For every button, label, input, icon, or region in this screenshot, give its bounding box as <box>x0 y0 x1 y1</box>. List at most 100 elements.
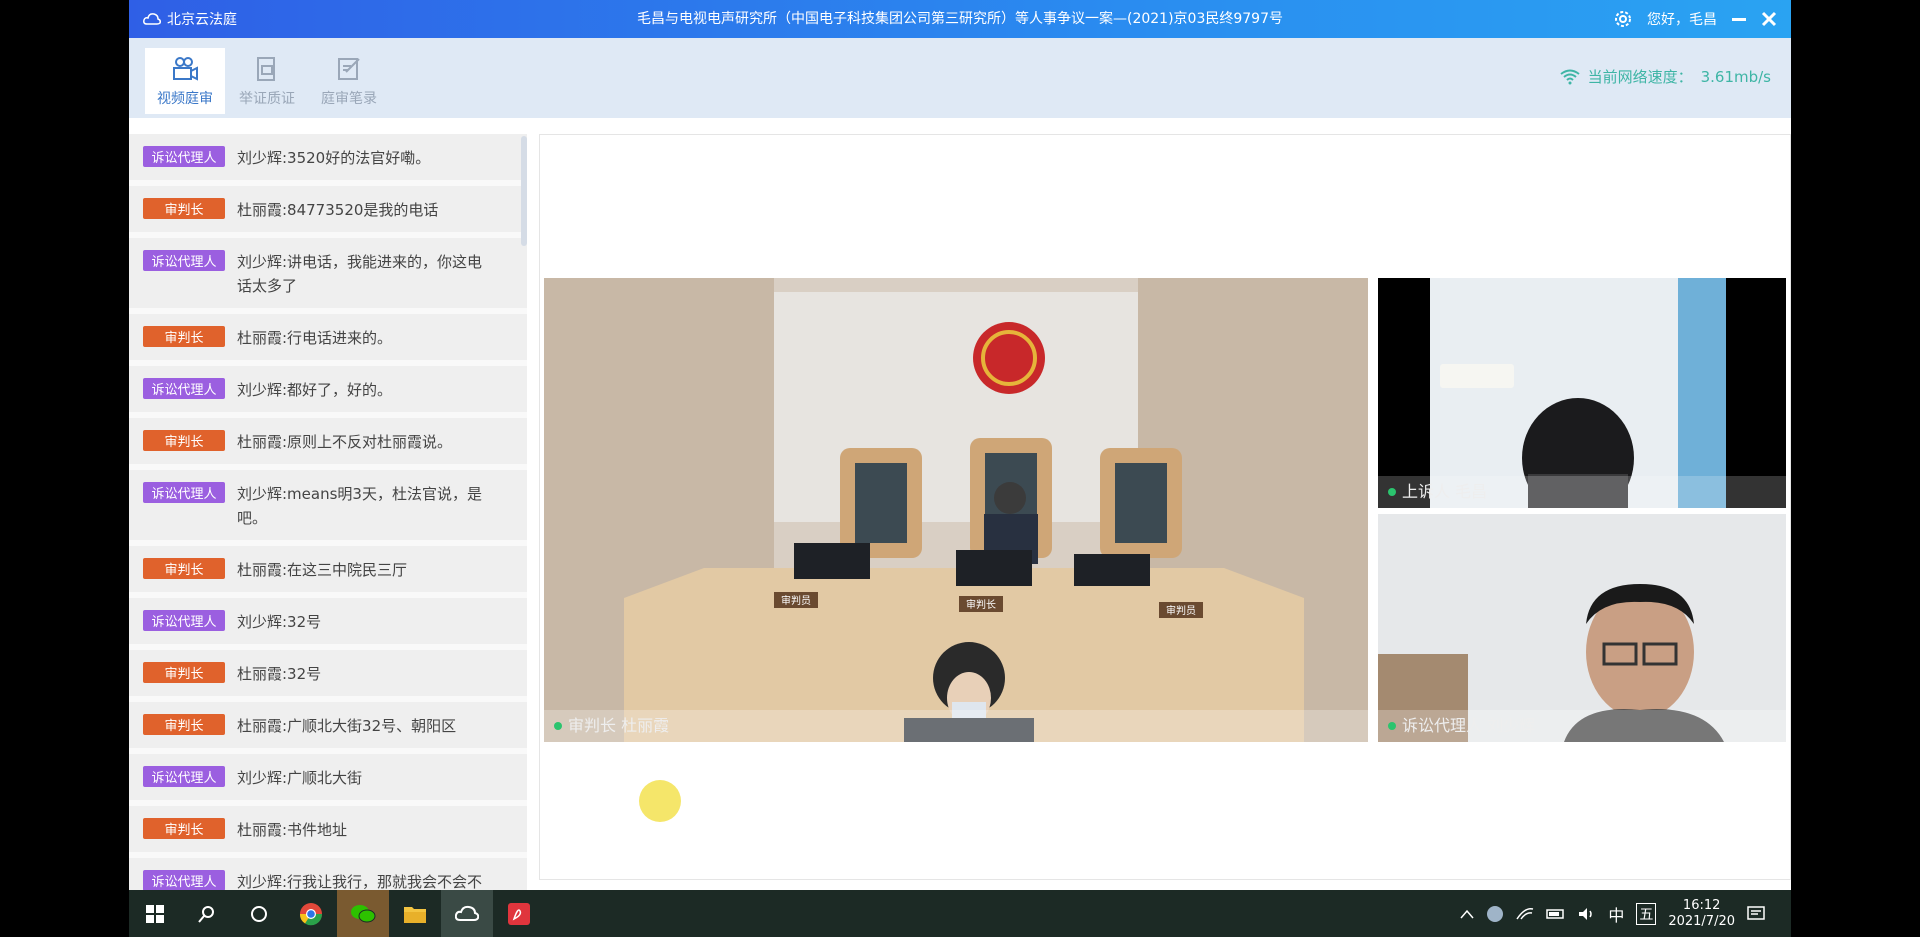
chat-message: 审判长 杜丽霞:行电话进来的。 <box>129 314 527 366</box>
chat-panel[interactable]: 诉讼代理人 刘少辉:3520好的法官好嘞。 审判长 杜丽霞:84773520是我的电… <box>129 134 527 890</box>
participant-name: 审判长 杜丽霞 <box>568 716 670 735</box>
clock[interactable]: 16:12 2021/7/20 <box>1668 898 1735 930</box>
cortana-icon <box>251 905 267 922</box>
participant-name: 诉讼代理人 刘少辉 <box>1402 716 1536 735</box>
tab-evidence[interactable]: 举证质证 <box>227 48 307 114</box>
role-tag: 审判长 <box>143 714 225 735</box>
role-tag: 审判长 <box>143 818 225 839</box>
role-tag: 诉讼代理人 <box>143 146 225 167</box>
online-indicator <box>1388 722 1396 730</box>
wifi-icon[interactable] <box>1516 907 1534 921</box>
edit-icon <box>338 58 360 80</box>
pdf-icon <box>508 902 530 925</box>
message-text: 刘少辉:都好了，好的。 <box>237 381 393 399</box>
chat-message: 诉讼代理人 刘少辉:都好了，好的。 <box>129 366 527 418</box>
online-indicator <box>1388 488 1396 496</box>
chat-message: 审判长 杜丽霞:在这三中院民三厅 <box>129 546 527 598</box>
role-tag: 审判长 <box>143 430 225 451</box>
case-title: 毛昌与电视电声研究所（中国电子科技集团公司第三研究所）等人事争议一案—(2021… <box>637 11 1283 27</box>
system-tray: 中 五 16:12 2021/7/20 <box>1460 890 1765 937</box>
chat-message: 审判长 杜丽霞:广顺北大街32号、朝阳区 <box>129 702 527 754</box>
message-text: 杜丽霞:在这三中院民三厅 <box>237 561 408 579</box>
chevron-up-icon[interactable] <box>1460 909 1474 919</box>
message-text: 杜丽霞:广顺北大街32号、朝阳区 <box>237 717 457 735</box>
tab-video-trial[interactable]: 视频庭审 <box>145 48 225 114</box>
cloud-icon <box>455 905 479 921</box>
taskbar-wechat[interactable] <box>337 890 389 937</box>
close-icon[interactable] <box>1761 11 1777 27</box>
battery-icon[interactable] <box>1546 908 1566 920</box>
windows-icon <box>146 904 164 923</box>
gear-icon[interactable] <box>1613 9 1633 29</box>
clock-time: 16:12 <box>1682 897 1721 913</box>
tab-label: 举证质证 <box>239 91 295 107</box>
taskbar-explorer[interactable] <box>389 890 441 937</box>
chat-message: 诉讼代理人 刘少辉:means明3天，杜法官说，是吧。 <box>129 470 527 546</box>
message-text: 刘少辉:广顺北大街 <box>237 769 363 787</box>
role-tag: 审判长 <box>143 326 225 347</box>
seat-label-left: 审判员 <box>781 594 811 607</box>
taskbar: 中 五 16:12 2021/7/20 <box>129 890 1791 937</box>
chat-message: 诉讼代理人 刘少辉:行我让我行，那就我会不会不 <box>129 858 527 890</box>
message-text: 杜丽霞:84773520是我的电话 <box>237 201 439 219</box>
start-button[interactable] <box>129 890 181 937</box>
participant-name: 上诉人 毛昌 <box>1402 482 1488 501</box>
tab-label: 庭审笔录 <box>321 91 377 107</box>
role-tag: 审判长 <box>143 662 225 683</box>
user-greeting: 您好，毛昌 <box>1647 12 1717 28</box>
minimize-icon[interactable] <box>1731 11 1747 27</box>
title-bar: 北京云法庭 毛昌与电视电声研究所（中国电子科技集团公司第三研究所）等人事争议一案… <box>129 0 1791 38</box>
role-tag: 诉讼代理人 <box>143 250 225 271</box>
mode-tabs: 视频庭审 举证质证 庭审笔录 <box>145 48 389 114</box>
chat-message: 审判长 杜丽霞:84773520是我的电话 <box>129 186 527 238</box>
participant-video-appellant[interactable]: 上诉人 毛昌 <box>1378 278 1786 508</box>
ime-mode-indicator[interactable]: 五 <box>1636 902 1657 925</box>
network-speed-label: 当前网络速度： <box>1587 68 1693 86</box>
seat-label-center: 审判长 <box>966 598 996 611</box>
message-text: 杜丽霞:书件地址 <box>237 821 348 839</box>
message-text: 刘少辉:means明3天，杜法官说，是吧。 <box>237 485 482 527</box>
message-text: 刘少辉:讲电话，我能进来的，你这电话太多了 <box>237 253 483 295</box>
participant-image <box>1378 514 1786 742</box>
notification-icon[interactable] <box>1747 905 1765 922</box>
video-camera-icon <box>173 57 198 81</box>
seat-label-right: 审判员 <box>1166 604 1196 617</box>
tab-transcript[interactable]: 庭审笔录 <box>309 48 389 114</box>
participant-video-lawyer[interactable]: 诉讼代理人 刘少辉 <box>1378 514 1786 742</box>
chat-scrollbar[interactable] <box>521 136 527 246</box>
taskbar-yunfating[interactable] <box>441 890 493 937</box>
role-tag: 诉讼代理人 <box>143 482 225 503</box>
chat-message: 审判长 杜丽霞:书件地址 <box>129 806 527 858</box>
cursor-highlight <box>639 780 681 822</box>
role-tag: 诉讼代理人 <box>143 610 225 631</box>
courtroom-image: 审判员 审判长 审判员 <box>544 278 1368 742</box>
main-video-label: 审判长 杜丽霞 <box>544 710 1368 742</box>
message-text: 刘少辉:3520好的法官好嘞。 <box>237 149 431 167</box>
chat-message: 诉讼代理人 刘少辉:讲电话，我能进来的，你这电话太多了 <box>129 238 527 314</box>
network-speed: 当前网络速度： 3.61mb/s <box>1559 66 1771 87</box>
search-button[interactable] <box>181 890 233 937</box>
message-text: 刘少辉:32号 <box>237 613 322 631</box>
folder-icon <box>257 57 275 81</box>
chrome-icon <box>299 902 323 925</box>
volume-icon[interactable] <box>1578 907 1596 921</box>
participant-label: 上诉人 毛昌 <box>1378 476 1786 508</box>
wifi-icon <box>1559 69 1580 84</box>
clock-date: 2021/7/20 <box>1668 913 1735 929</box>
participant-image <box>1430 278 1786 508</box>
globe-icon[interactable] <box>1486 905 1504 923</box>
role-tag: 诉讼代理人 <box>143 870 225 890</box>
search-icon <box>198 905 214 923</box>
chat-message: 诉讼代理人 刘少辉:32号 <box>129 598 527 650</box>
ime-indicator[interactable]: 中 <box>1608 902 1624 926</box>
network-speed-value: 3.61mb/s <box>1700 67 1771 86</box>
main-video[interactable]: 审判员 审判长 审判员 审判长 杜丽霞 <box>544 278 1368 742</box>
folder-icon <box>404 906 426 923</box>
message-text: 杜丽霞:32号 <box>237 665 322 683</box>
role-tag: 审判长 <box>143 558 225 579</box>
message-text: 杜丽霞:原则上不反对杜丽霞说。 <box>237 433 453 451</box>
taskbar-chrome[interactable] <box>285 890 337 937</box>
task-view-button[interactable] <box>233 890 285 937</box>
taskbar-pdf[interactable] <box>493 890 545 937</box>
message-text: 刘少辉:行我让我行，那就我会不会不 <box>237 873 483 890</box>
